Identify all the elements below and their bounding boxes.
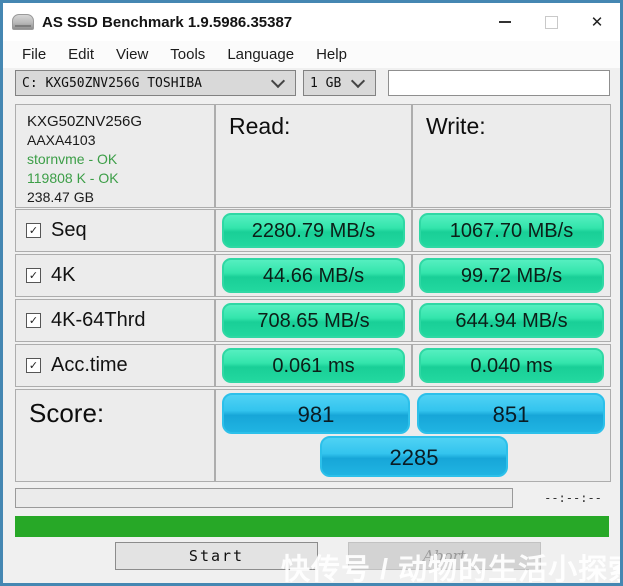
watermark-text: 快传号 / 动物的生活小探索 xyxy=(281,554,623,586)
write-column-header: Write: xyxy=(412,104,611,208)
4k64thrd-label: 4K-64Thrd xyxy=(51,309,146,331)
seq-checkbox[interactable]: ✓ xyxy=(26,223,41,238)
time-remaining: --:--:-- xyxy=(544,491,602,505)
score-total-value: 2285 xyxy=(320,436,508,477)
driver-status: stornvme - OK xyxy=(27,151,118,167)
chevron-down-icon xyxy=(350,73,366,89)
drive-model: KXG50ZNV256G xyxy=(27,113,143,130)
chevron-down-icon xyxy=(270,73,286,89)
drive-firmware: AAXA4103 xyxy=(27,132,96,148)
score-label-cell: Score: xyxy=(15,389,215,482)
row-acctime: ✓ Acc.time xyxy=(15,344,215,387)
seq-label: Seq xyxy=(51,219,87,241)
acctime-read-cell: 0.061 ms xyxy=(215,344,412,387)
overall-progress-bar xyxy=(15,516,609,537)
drive-info-panel: KXG50ZNV256G AAXA4103 stornvme - OK 1198… xyxy=(15,104,215,208)
acctime-write-value: 0.040 ms xyxy=(419,348,604,383)
partition-alignment-status: 119808 K - OK xyxy=(27,170,119,186)
menu-help[interactable]: Help xyxy=(305,46,358,63)
seq-read-value: 2280.79 MB/s xyxy=(222,213,405,248)
row-seq: ✓ Seq xyxy=(15,209,215,252)
seq-write-cell: 1067.70 MB/s xyxy=(412,209,611,252)
seq-read-cell: 2280.79 MB/s xyxy=(215,209,412,252)
4k-read-cell: 44.66 MB/s xyxy=(215,254,412,297)
4k-write-value: 99.72 MB/s xyxy=(419,258,604,293)
minimize-icon xyxy=(499,21,511,23)
4k-label: 4K xyxy=(51,264,76,286)
app-window: AS SSD Benchmark 1.9.5986.35387 ✕ File E… xyxy=(0,0,623,586)
menu-edit[interactable]: Edit xyxy=(57,46,105,63)
seq-write-value: 1067.70 MB/s xyxy=(419,213,604,248)
score-values-cell: 981 851 2285 xyxy=(215,389,611,482)
maximize-button[interactable] xyxy=(528,3,574,41)
test-size-dropdown[interactable]: 1 GB xyxy=(303,70,376,96)
maximize-icon xyxy=(544,15,558,29)
acctime-checkbox[interactable]: ✓ xyxy=(26,358,41,373)
menu-language[interactable]: Language xyxy=(216,46,305,63)
drive-select-dropdown[interactable]: C: KXG50ZNV256G TOSHIBA xyxy=(15,70,296,96)
window-title: AS SSD Benchmark 1.9.5986.35387 xyxy=(42,13,293,31)
close-button[interactable]: ✕ xyxy=(574,3,620,41)
score-label: Score: xyxy=(29,398,105,428)
menu-tools[interactable]: Tools xyxy=(159,46,216,63)
drive-capacity: 238.47 GB xyxy=(27,189,94,205)
score-write-value: 851 xyxy=(417,393,605,434)
drive-app-icon xyxy=(12,14,34,30)
score-read-value: 981 xyxy=(222,393,410,434)
4k64thrd-checkbox[interactable]: ✓ xyxy=(26,313,41,328)
4k64thrd-write-value: 644.94 MB/s xyxy=(419,303,604,338)
4k64thrd-read-cell: 708.65 MB/s xyxy=(215,299,412,342)
read-header-label: Read: xyxy=(229,113,291,139)
row-4k: ✓ 4K xyxy=(15,254,215,297)
4k64thrd-write-cell: 644.94 MB/s xyxy=(412,299,611,342)
empty-field xyxy=(388,70,610,96)
row-4k64thrd: ✓ 4K-64Thrd xyxy=(15,299,215,342)
window-controls: ✕ xyxy=(482,3,620,41)
4k-read-value: 44.66 MB/s xyxy=(222,258,405,293)
title-bar: AS SSD Benchmark 1.9.5986.35387 ✕ xyxy=(3,3,620,41)
minimize-button[interactable] xyxy=(482,3,528,41)
close-icon: ✕ xyxy=(590,13,604,31)
acctime-label: Acc.time xyxy=(51,354,128,376)
acctime-read-value: 0.061 ms xyxy=(222,348,405,383)
menu-view[interactable]: View xyxy=(105,46,159,63)
4k-checkbox[interactable]: ✓ xyxy=(26,268,41,283)
4k-write-cell: 99.72 MB/s xyxy=(412,254,611,297)
test-size-value: 1 GB xyxy=(310,75,342,91)
4k64thrd-read-value: 708.65 MB/s xyxy=(222,303,405,338)
progress-bar xyxy=(15,488,513,508)
acctime-write-cell: 0.040 ms xyxy=(412,344,611,387)
drive-select-value: C: KXG50ZNV256G TOSHIBA xyxy=(22,75,203,91)
write-header-label: Write: xyxy=(426,113,486,139)
menu-bar: File Edit View Tools Language Help xyxy=(3,41,620,68)
menu-file[interactable]: File xyxy=(11,46,57,63)
read-column-header: Read: xyxy=(215,104,412,208)
